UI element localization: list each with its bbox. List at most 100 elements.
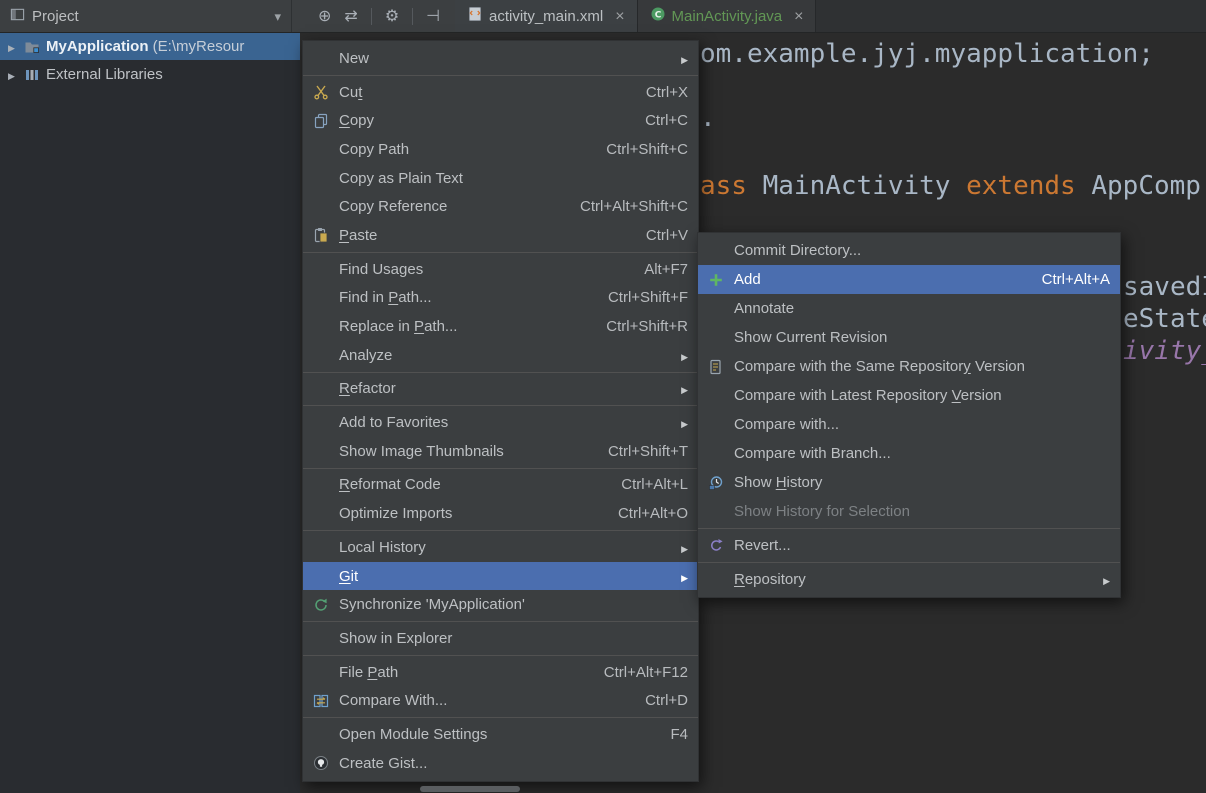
code-package-line: om.example.jyj.myapplication; [700,39,1154,69]
top-bar: Project ⊕ ⇄ ⚙ ⊣ activity_main.xml C Main… [0,0,1206,33]
menu-separator [303,251,698,253]
menu-item-label: Compare with... [734,416,840,433]
menu-item-cut[interactable]: Cut Ctrl+X [303,78,698,107]
menu-item-show-in-explorer[interactable]: Show in Explorer [303,624,698,653]
menu-item-label: Open Module Settings [339,725,488,743]
locate-icon[interactable]: ⊕ [318,6,331,26]
java-class-icon: C [650,6,666,26]
chevron-right-icon[interactable] [8,38,24,55]
menu-item-add-to-favorites[interactable]: Add to Favorites [303,408,698,437]
menu-item-replace-in-path[interactable]: Replace in Path... Ctrl+Shift+R [303,312,698,341]
menu-separator [303,717,698,719]
cut-icon [313,84,339,100]
menu-item-open-module-settings[interactable]: Open Module Settings F4 [303,720,698,749]
menu-separator [303,405,698,407]
menu-item-shortcut: Ctrl+Shift+R [606,318,688,336]
sync-scroll-icon[interactable]: ⇄ [344,6,357,26]
git-menu-item-revert[interactable]: Revert... [698,531,1120,560]
tree-row-label: External Libraries [46,66,163,83]
chevron-down-icon[interactable] [274,8,281,25]
svg-text:C: C [654,11,661,21]
menu-item-optimize-imports[interactable]: Optimize Imports Ctrl+Alt+O [303,499,698,528]
tree-row-external-libraries[interactable]: External Libraries [0,61,300,88]
horizontal-scrollbar-thumb[interactable] [420,786,520,792]
project-panel-header[interactable]: Project [0,0,292,32]
menu-item-synchronize[interactable]: Synchronize 'MyApplication' [303,590,698,619]
menu-item-analyze[interactable]: Analyze [303,341,698,370]
menu-item-copy[interactable]: Copy Ctrl+C [303,106,698,135]
menu-item-label: Copy Reference [339,198,448,216]
menu-item-copy-as-plain-text[interactable]: Copy as Plain Text [303,164,698,193]
menu-item-shortcut: Alt+F7 [644,260,688,278]
submenu-arrow-icon [681,50,688,67]
compare-icon [313,693,339,709]
menu-item-find-in-path[interactable]: Find in Path... Ctrl+Shift+F [303,284,698,313]
menu-item-shortcut: Ctrl+Shift+C [606,140,688,158]
menu-item-label: Show Current Revision [734,329,888,346]
add-plus-icon [708,272,734,288]
menu-item-find-usages[interactable]: Find Usages Alt+F7 [303,255,698,284]
hide-panel-icon[interactable]: ⊣ [426,6,440,26]
submenu-arrow-icon [1103,571,1110,588]
tab-label: activity_main.xml [489,7,604,25]
git-menu-item-add[interactable]: Add Ctrl+Alt+A [698,265,1120,294]
menu-item-file-path[interactable]: File Path Ctrl+Alt+F12 [303,658,698,687]
menu-item-label: Show in Explorer [339,629,453,647]
tree-row-myapplication[interactable]: MyApplication (E:\myResour [0,33,300,60]
menu-item-label: Git [339,567,359,585]
settings-icon[interactable]: ⚙ [385,6,399,26]
menu-item-shortcut: Ctrl+V [645,226,688,244]
project-panel: MyApplication (E:\myResour External Libr… [0,32,300,793]
tab-label: MainActivity.java [671,7,783,25]
git-menu-item-compare-with[interactable]: Compare with... [698,410,1120,439]
menu-item-label: Copy Path [339,140,410,158]
menu-item-local-history[interactable]: Local History [303,533,698,562]
menu-item-show-image-thumbnails[interactable]: Show Image Thumbnails Ctrl+Shift+T [303,437,698,466]
menu-item-shortcut: Ctrl+D [645,692,688,710]
menu-item-label: Refactor [339,380,396,398]
git-menu-item-repository[interactable]: Repository [698,565,1120,594]
git-menu-item-annotate[interactable]: Annotate [698,294,1120,323]
menu-item-create-gist[interactable]: Create Gist... [303,749,698,778]
menu-item-label: Optimize Imports [339,505,453,523]
project-tool-icon [10,7,25,26]
menu-separator [303,467,698,469]
menu-item-reformat-code[interactable]: Reformat Code Ctrl+Alt+L [303,471,698,500]
editor-tab-bar: activity_main.xml C MainActivity.java [455,0,1206,32]
github-gist-icon [313,755,339,771]
git-menu-item-compare-with-branch[interactable]: Compare with Branch... [698,439,1120,468]
tab-close-icon[interactable] [615,8,624,25]
git-menu-item-compare-same-repository[interactable]: Compare with the Same Repository Version [698,352,1120,381]
chevron-right-icon[interactable] [8,66,24,83]
menu-item-label: Paste [339,226,378,244]
git-menu-item-show-current-revision[interactable]: Show Current Revision [698,323,1120,352]
git-menu-item-commit-directory[interactable]: Commit Directory... [698,236,1120,265]
menu-item-refactor[interactable]: Refactor [303,375,698,404]
menu-item-label: Compare with the Same Repository Version [734,358,1025,375]
menu-item-label: Compare with Latest Repository Version [734,387,1002,404]
git-menu-item-show-history[interactable]: Show History [698,468,1120,497]
tab-activity-main-xml[interactable]: activity_main.xml [455,0,638,32]
menu-separator [303,654,698,656]
menu-item-label: Compare With... [339,692,448,710]
menu-item-compare-with[interactable]: Compare With... Ctrl+D [303,686,698,715]
tab-mainactivity-java[interactable]: C MainActivity.java [637,0,817,32]
code-class-name: MainActivity [762,171,967,201]
menu-item-label: Compare with Branch... [734,445,891,462]
menu-item-label: Revert... [734,537,791,554]
git-menu-item-compare-latest-repository[interactable]: Compare with Latest Repository Version [698,381,1120,410]
libraries-icon [24,67,46,83]
menu-item-label: Find in Path... [339,289,432,307]
menu-separator [698,528,1120,529]
code-class-line: ass MainActivity extends AppComp [700,169,1201,203]
menu-item-paste[interactable]: Paste Ctrl+V [303,221,698,250]
menu-item-new[interactable]: New [303,44,698,73]
menu-item-label: File Path [339,663,399,681]
menu-item-copy-path[interactable]: Copy Path Ctrl+Shift+C [303,135,698,164]
submenu-arrow-icon [681,539,688,556]
menu-item-copy-reference[interactable]: Copy Reference Ctrl+Alt+Shift+C [303,192,698,221]
menu-item-shortcut: Ctrl+Shift+F [607,289,688,307]
paste-icon [313,227,339,243]
menu-item-git[interactable]: Git [303,561,698,591]
tab-close-icon[interactable] [794,8,803,25]
